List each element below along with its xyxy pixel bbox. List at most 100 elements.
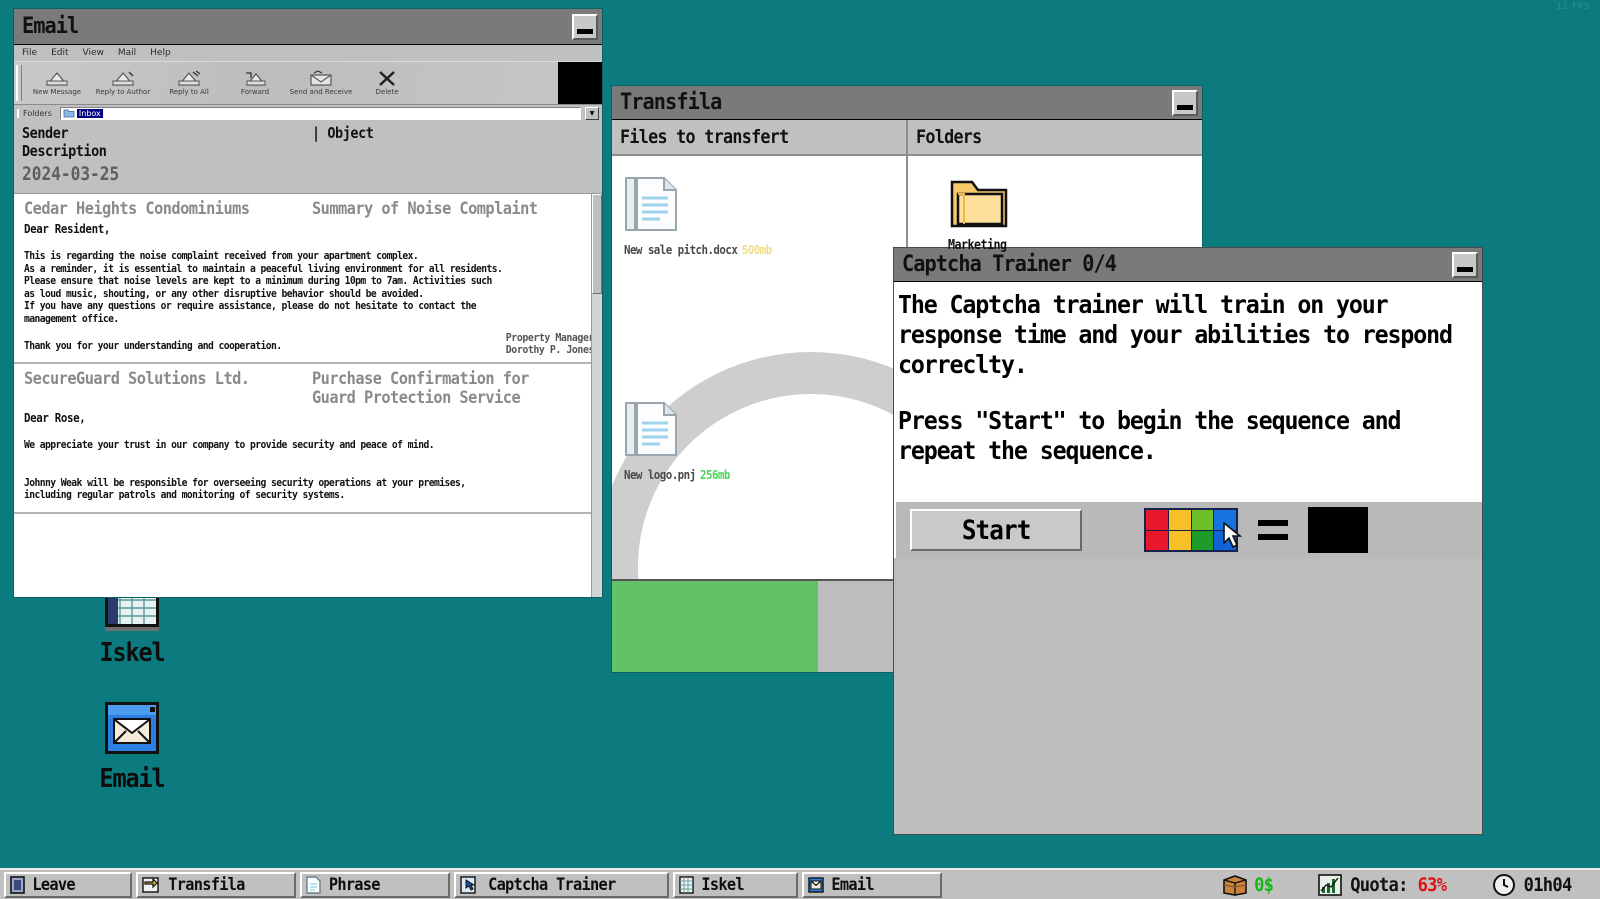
folders-label: Folders xyxy=(17,109,56,118)
taskbar-label: Email xyxy=(831,875,873,895)
signature-name: Dorothy P. Jones xyxy=(506,344,594,356)
file-label: New sale pitch.docx 500mb xyxy=(624,243,795,257)
file-size: 500mb xyxy=(742,243,772,257)
captcha-titlebar[interactable]: Captcha Trainer 0/4 xyxy=(894,248,1482,282)
email-menubar: File Edit View Mail Help xyxy=(14,45,602,61)
captcha-icon xyxy=(460,876,476,894)
menu-item-view[interactable]: View xyxy=(83,48,104,58)
email-titlebar[interactable]: Email xyxy=(14,9,602,45)
taskbar-button-leave[interactable]: Leave xyxy=(4,872,132,898)
folders-panel-title: Folders xyxy=(916,126,982,148)
taskbar-button-transfila[interactable]: Transfila xyxy=(136,872,296,898)
forward-icon xyxy=(243,70,267,88)
message-body: This is regarding the noise complaint re… xyxy=(24,250,589,325)
send-receive-button[interactable]: Send and Receive xyxy=(288,62,354,104)
captcha-trainer-window: Captcha Trainer 0/4 The Captcha trainer … xyxy=(893,247,1483,835)
grid-cell-yellow-top[interactable] xyxy=(1169,510,1191,530)
new-message-icon xyxy=(45,70,69,88)
file-name: New logo.pnj xyxy=(624,468,696,482)
reply-all-icon xyxy=(177,70,201,88)
taskbar: Leave Transfila Phrase Captcha Trainer xyxy=(0,868,1600,899)
transfila-window-title: Transfila xyxy=(620,90,721,115)
email-scrollbar-thumb[interactable] xyxy=(592,194,602,294)
tray-quota-value: 63% xyxy=(1417,874,1446,896)
toolbar-grip[interactable] xyxy=(16,65,22,101)
grid-cell-blue-top[interactable] xyxy=(1214,510,1236,530)
envelope-icon xyxy=(808,876,824,894)
taskbar-button-email[interactable]: Email xyxy=(802,872,942,898)
forward-button[interactable]: Forward xyxy=(222,62,288,104)
desktop-icon-label: Iskel xyxy=(83,638,182,668)
grid-cell-green-bottom[interactable] xyxy=(1192,531,1214,551)
taskbar-label: Iskel xyxy=(701,875,743,895)
menu-item-mail[interactable]: Mail xyxy=(118,48,136,58)
desktop-icon-email[interactable]: Email xyxy=(77,700,187,794)
captcha-minimize-button[interactable] xyxy=(1452,252,1478,278)
message-sender: Cedar Heights Condominiums xyxy=(24,200,283,219)
grid-cell-blue-bottom[interactable] xyxy=(1214,531,1236,551)
delete-icon xyxy=(377,70,397,88)
email-list-subheader: Description xyxy=(14,143,602,161)
file-name: New sale pitch.docx xyxy=(624,243,737,257)
taskbar-label: Leave xyxy=(32,875,74,895)
taskbar-button-iskel[interactable]: Iskel xyxy=(673,872,798,898)
captcha-window-title: Captcha Trainer 0/4 xyxy=(902,252,1116,277)
toolbar-label: Reply to All xyxy=(157,89,221,97)
chart-icon xyxy=(1318,874,1342,896)
new-message-button[interactable]: New Message xyxy=(24,62,90,104)
menu-item-help[interactable]: Help xyxy=(150,48,171,58)
email-scrollbar[interactable] xyxy=(591,194,602,597)
file-label: New logo.pnj256mb xyxy=(624,468,795,482)
taskbar-label: Captcha Trainer xyxy=(488,875,615,895)
grid-cell-yellow-bottom[interactable] xyxy=(1169,531,1191,551)
delete-button[interactable]: Delete xyxy=(354,62,420,104)
taskbar-button-phrase[interactable]: Phrase xyxy=(300,872,450,898)
taskbar-label: Transfila xyxy=(168,875,244,895)
column-header-sender: Sender xyxy=(22,125,283,141)
start-button[interactable]: Start xyxy=(910,509,1082,551)
email-message-item[interactable]: SecureGuard Solutions Ltd. Purchase Conf… xyxy=(14,364,602,514)
captcha-empty-area xyxy=(894,558,1482,834)
reply-all-button[interactable]: Reply to All xyxy=(156,62,222,104)
grid-cell-red-bottom[interactable] xyxy=(1146,531,1168,551)
files-panel: Files to transfert xyxy=(612,120,908,672)
fps-counter: 11 FPS xyxy=(1556,2,1590,12)
transfila-titlebar[interactable]: Transfila xyxy=(612,86,1202,120)
email-message-item[interactable]: Cedar Heights Condominiums Summary of No… xyxy=(14,194,602,364)
folder-item[interactable]: Marketing xyxy=(948,174,1098,253)
folder-icon xyxy=(948,174,1012,232)
folder-dropdown-arrow[interactable]: ▼ xyxy=(585,107,599,120)
email-minimize-button[interactable] xyxy=(572,14,598,40)
message-subject: Summary of Noise Complaint xyxy=(312,200,564,219)
captcha-paragraph-1: The Captcha trainer will train on your r… xyxy=(898,290,1475,380)
column-header-description: Description xyxy=(22,143,283,159)
tray-quota-label: Quota: xyxy=(1350,874,1407,896)
file-item[interactable]: New logo.pnj256mb xyxy=(624,399,814,482)
tray-clock: 01h04 xyxy=(1470,873,1596,897)
toolbar-label: Forward xyxy=(223,89,287,97)
transfila-minimize-button[interactable] xyxy=(1172,90,1198,116)
package-icon xyxy=(1222,874,1248,896)
toolbar-label: Delete xyxy=(355,89,419,97)
grid-cell-red-top[interactable] xyxy=(1146,510,1168,530)
column-header-object: | Object xyxy=(312,125,373,141)
menu-item-file[interactable]: File xyxy=(22,48,37,58)
toolbar-label: Send and Receive xyxy=(289,89,353,97)
captcha-grid[interactable] xyxy=(1144,508,1238,552)
desktop-icon-label: Email xyxy=(83,764,182,794)
reply-author-button[interactable]: Reply to Author xyxy=(90,62,156,104)
folder-select[interactable]: Inbox xyxy=(60,107,581,120)
desktop: 11 FPS Iskel xyxy=(0,0,1600,899)
files-list[interactable]: New sale pitch.docx 500mb xyxy=(612,156,906,672)
taskbar-tray: 0$ Quota: 63% 01h04 xyxy=(1200,873,1596,897)
file-item[interactable]: New sale pitch.docx 500mb xyxy=(624,174,814,257)
grid-cell-green-top[interactable] xyxy=(1192,510,1214,530)
toolbar-black-panel xyxy=(558,62,602,104)
files-panel-header: Files to transfert xyxy=(612,120,906,156)
date-group-label: 2024-03-25 xyxy=(22,163,508,185)
menu-item-edit[interactable]: Edit xyxy=(51,48,68,58)
taskbar-button-captcha-trainer[interactable]: Captcha Trainer xyxy=(454,872,669,898)
message-subject: Purchase Confirmation for Guard Protecti… xyxy=(312,370,564,408)
reply-author-icon xyxy=(111,70,135,88)
email-message-list[interactable]: Cedar Heights Condominiums Summary of No… xyxy=(14,193,602,597)
